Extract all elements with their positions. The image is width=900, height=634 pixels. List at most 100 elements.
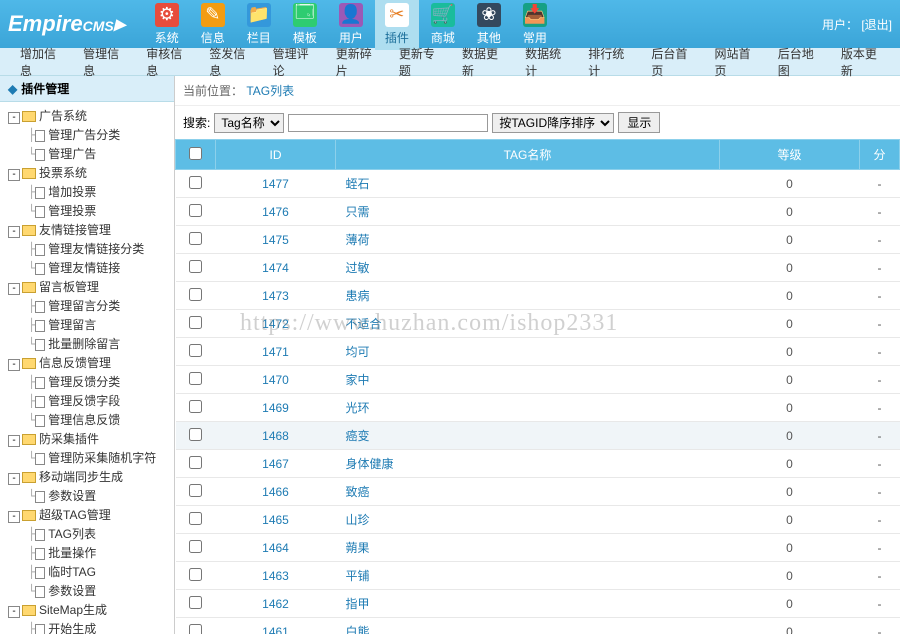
row-checkbox[interactable] [189, 428, 202, 441]
row-checkbox[interactable] [189, 316, 202, 329]
row-id-link[interactable]: 1472 [262, 317, 289, 331]
tag-name-link[interactable]: 只需 [346, 205, 370, 219]
subnav-item[interactable]: 排行统计 [576, 45, 639, 79]
subnav-item[interactable]: 网站首页 [703, 45, 766, 79]
tree-group[interactable]: 超级TAG管理 [39, 508, 111, 522]
nav-栏目[interactable]: 📁栏目 [237, 0, 281, 50]
subnav-item[interactable]: 数据更新 [450, 45, 513, 79]
nav-模板[interactable]: 🗔模板 [283, 0, 327, 50]
tag-name-link[interactable]: 光环 [346, 401, 370, 415]
collapse-icon[interactable]: - [8, 169, 20, 181]
collapse-icon[interactable]: - [8, 473, 20, 485]
select-all-checkbox[interactable] [189, 147, 202, 160]
nav-信息[interactable]: ✎信息 [191, 0, 235, 50]
nav-常用[interactable]: 📥常用 [513, 0, 557, 50]
row-checkbox[interactable] [189, 540, 202, 553]
row-id-link[interactable]: 1467 [262, 457, 289, 471]
breadcrumb-link[interactable]: TAG列表 [246, 84, 294, 98]
subnav-item[interactable]: 数据统计 [513, 45, 576, 79]
tree-item[interactable]: 管理友情链接 [48, 261, 120, 275]
collapse-icon[interactable]: - [8, 606, 20, 618]
nav-插件[interactable]: ✂插件 [375, 0, 419, 50]
search-button[interactable]: 显示 [618, 112, 660, 133]
row-checkbox[interactable] [189, 176, 202, 189]
row-id-link[interactable]: 1474 [262, 261, 289, 275]
tree-item[interactable]: 管理友情链接分类 [48, 242, 144, 256]
nav-用户[interactable]: 👤用户 [329, 0, 373, 50]
row-checkbox[interactable] [189, 484, 202, 497]
tree-item[interactable]: 管理广告 [48, 147, 96, 161]
tree-item[interactable]: 管理反馈分类 [48, 375, 120, 389]
row-checkbox[interactable] [189, 372, 202, 385]
tree-item[interactable]: 管理广告分类 [48, 128, 120, 142]
row-id-link[interactable]: 1464 [262, 541, 289, 555]
tree-item[interactable]: 管理投票 [48, 204, 96, 218]
tag-name-link[interactable]: 身体健康 [346, 457, 394, 471]
logout-link[interactable]: [退出] [861, 18, 892, 32]
nav-其他[interactable]: ❀其他 [467, 0, 511, 50]
tree-group[interactable]: SiteMap生成 [39, 603, 107, 617]
tag-name-link[interactable]: 过敏 [346, 261, 370, 275]
subnav-item[interactable]: 后台首页 [639, 45, 702, 79]
tag-name-link[interactable]: 指甲 [346, 597, 370, 611]
tag-name-link[interactable]: 家中 [346, 373, 370, 387]
tree-item[interactable]: 临时TAG [48, 565, 96, 579]
row-id-link[interactable]: 1477 [262, 177, 289, 191]
tree-item[interactable]: 增加投票 [48, 185, 96, 199]
collapse-icon[interactable]: - [8, 511, 20, 523]
row-checkbox[interactable] [189, 204, 202, 217]
collapse-icon[interactable]: - [8, 359, 20, 371]
subnav-item[interactable]: 版本更新 [829, 45, 892, 79]
row-id-link[interactable]: 1465 [262, 513, 289, 527]
row-id-link[interactable]: 1461 [262, 625, 289, 634]
row-id-link[interactable]: 1462 [262, 597, 289, 611]
tree-item[interactable]: 管理反馈字段 [48, 394, 120, 408]
row-checkbox[interactable] [189, 512, 202, 525]
tag-name-link[interactable]: 致癌 [346, 485, 370, 499]
subnav-item[interactable]: 签发信息 [197, 45, 260, 79]
subnav-item[interactable]: 更新碎片 [324, 45, 387, 79]
row-id-link[interactable]: 1476 [262, 205, 289, 219]
subnav-item[interactable]: 审核信息 [134, 45, 197, 79]
row-id-link[interactable]: 1466 [262, 485, 289, 499]
row-checkbox[interactable] [189, 624, 202, 634]
row-checkbox[interactable] [189, 344, 202, 357]
row-checkbox[interactable] [189, 400, 202, 413]
tree-item[interactable]: TAG列表 [48, 527, 96, 541]
row-checkbox[interactable] [189, 260, 202, 273]
tree-item[interactable]: 开始生成 [48, 622, 96, 634]
tree-item[interactable]: 参数设置 [48, 489, 96, 503]
sort-select[interactable]: 按TAGID降序排序 [492, 113, 614, 133]
tree-item[interactable]: 批量操作 [48, 546, 96, 560]
tag-name-link[interactable]: 癌变 [346, 429, 370, 443]
search-type-select[interactable]: Tag名称 [214, 113, 284, 133]
nav-商城[interactable]: 🛒商城 [421, 0, 465, 50]
tree-item[interactable]: 管理信息反馈 [48, 413, 120, 427]
tree-group[interactable]: 留言板管理 [39, 280, 99, 294]
tag-name-link[interactable]: 山珍 [346, 513, 370, 527]
collapse-icon[interactable]: - [8, 226, 20, 238]
tree-group[interactable]: 移动端同步生成 [39, 470, 123, 484]
tag-name-link[interactable]: 患病 [346, 289, 370, 303]
row-checkbox[interactable] [189, 288, 202, 301]
row-checkbox[interactable] [189, 568, 202, 581]
row-id-link[interactable]: 1463 [262, 569, 289, 583]
tag-name-link[interactable]: 白熊 [346, 625, 370, 634]
tag-name-link[interactable]: 蒴果 [346, 541, 370, 555]
tag-name-link[interactable]: 蛭石 [346, 177, 370, 191]
subnav-item[interactable]: 增加信息 [8, 45, 71, 79]
row-checkbox[interactable] [189, 596, 202, 609]
subnav-item[interactable]: 后台地图 [766, 45, 829, 79]
collapse-icon[interactable]: - [8, 112, 20, 124]
subnav-item[interactable]: 管理信息 [71, 45, 134, 79]
tree-group[interactable]: 投票系统 [39, 166, 87, 180]
row-id-link[interactable]: 1470 [262, 373, 289, 387]
subnav-item[interactable]: 更新专题 [387, 45, 450, 79]
tag-name-link[interactable]: 不适合 [346, 317, 382, 331]
row-id-link[interactable]: 1469 [262, 401, 289, 415]
row-id-link[interactable]: 1473 [262, 289, 289, 303]
subnav-item[interactable]: 管理评论 [261, 45, 324, 79]
nav-系统[interactable]: ⚙系统 [145, 0, 189, 50]
row-checkbox[interactable] [189, 232, 202, 245]
collapse-icon[interactable]: - [8, 435, 20, 447]
